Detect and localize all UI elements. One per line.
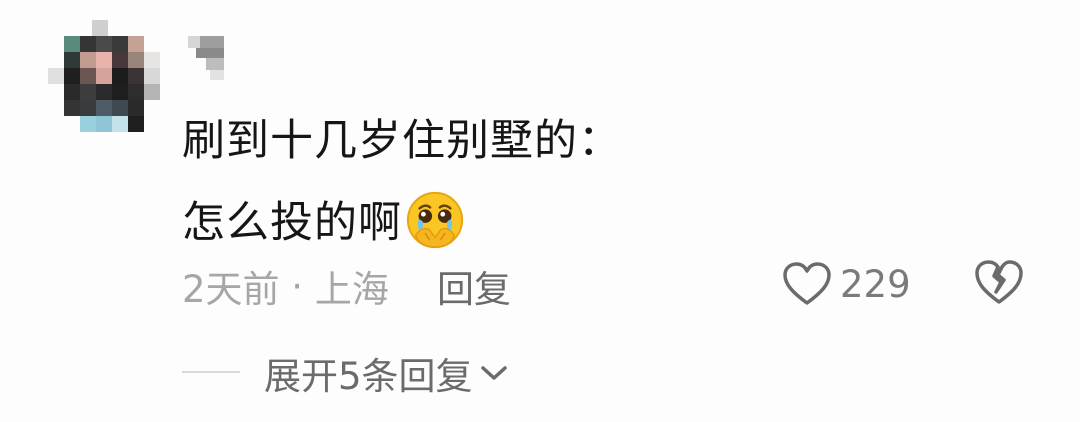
pleading-face-emoji-icon <box>406 191 464 249</box>
divider-line <box>182 371 240 373</box>
expand-replies-button[interactable]: 展开5条回复 <box>264 346 509 400</box>
comment-line-1: 刷到十几岁住别墅的： <box>182 116 622 166</box>
comment-line-2: 怎么投的啊 <box>182 182 882 264</box>
broken-heart-icon[interactable] <box>974 256 1024 308</box>
reply-button[interactable]: 回复 <box>437 258 511 314</box>
avatar[interactable] <box>48 20 160 132</box>
meta-separator: · <box>279 264 315 308</box>
username-blurred[interactable] <box>188 36 224 80</box>
like-count: 229 <box>840 262 911 306</box>
chevron-down-icon <box>480 366 507 380</box>
like-button[interactable]: 229 <box>782 254 911 314</box>
comment-time: 2天前 <box>182 268 280 311</box>
comment-location: 上海 <box>314 268 389 311</box>
heart-icon <box>783 262 831 305</box>
comment-line-2-text: 怎么投的啊 <box>182 198 402 248</box>
comment-text: 刷到十几岁住别墅的： 怎么投的啊 <box>182 100 882 264</box>
expand-replies-label: 展开5条回复 <box>264 355 473 398</box>
comment-meta: 2天前 · 上海 <box>182 258 389 314</box>
